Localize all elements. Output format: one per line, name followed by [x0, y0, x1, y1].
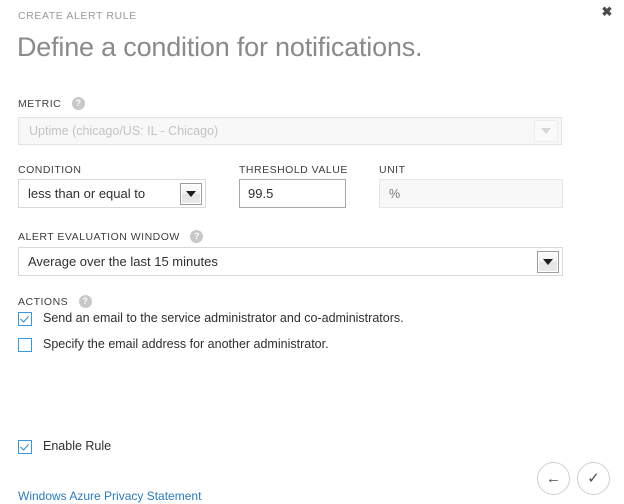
condition-label: CONDITION: [18, 164, 81, 176]
condition-select-value: less than or equal to: [19, 186, 180, 201]
evaluation-window-label-group: ALERT EVALUATION WINDOW ?: [18, 228, 203, 246]
threshold-value-label: THRESHOLD VALUE: [239, 164, 348, 176]
chevron-down-icon[interactable]: [180, 183, 202, 205]
help-icon[interactable]: ?: [79, 295, 92, 308]
actions-label: ACTIONS: [18, 296, 68, 308]
page-title: Define a condition for notifications.: [17, 32, 422, 63]
wizard-nav-buttons: ← ✓: [537, 462, 610, 495]
action-checkbox-label: Send an email to the service administrat…: [43, 311, 404, 326]
breadcrumb: CREATE ALERT RULE: [18, 10, 137, 22]
action-checkbox-row[interactable]: Send an email to the service administrat…: [18, 311, 404, 326]
evaluation-window-value: Average over the last 15 minutes: [19, 254, 537, 269]
condition-select[interactable]: less than or equal to: [18, 179, 206, 208]
checkbox-icon[interactable]: [18, 312, 32, 326]
unit-input: [379, 179, 563, 208]
help-icon[interactable]: ?: [72, 97, 85, 110]
create-alert-rule-dialog: ✖ CREATE ALERT RULE Define a condition f…: [0, 0, 624, 504]
metric-select[interactable]: Uptime (chicago/US: IL - Chicago): [18, 117, 562, 145]
chevron-down-icon[interactable]: [537, 251, 559, 273]
privacy-statement-link[interactable]: Windows Azure Privacy Statement: [18, 489, 201, 503]
actions-label-group: ACTIONS ?: [18, 293, 92, 311]
arrow-left-icon: ←: [546, 471, 561, 486]
enable-rule-label: Enable Rule: [43, 439, 111, 454]
checkbox-icon[interactable]: [18, 338, 32, 352]
enable-rule-row[interactable]: Enable Rule: [18, 439, 111, 454]
back-button[interactable]: ←: [537, 462, 570, 495]
help-icon[interactable]: ?: [190, 230, 203, 243]
action-checkbox-row[interactable]: Specify the email address for another ad…: [18, 337, 329, 352]
close-icon[interactable]: ✖: [596, 0, 618, 22]
unit-label: UNIT: [379, 164, 406, 176]
confirm-button[interactable]: ✓: [577, 462, 610, 495]
evaluation-window-select[interactable]: Average over the last 15 minutes: [18, 247, 563, 276]
checkmark-icon: ✓: [587, 471, 600, 486]
checkbox-icon[interactable]: [18, 440, 32, 454]
chevron-down-icon[interactable]: [534, 120, 558, 142]
metric-label-group: METRIC ?: [18, 95, 85, 113]
action-checkbox-label: Specify the email address for another ad…: [43, 337, 329, 352]
evaluation-window-label: ALERT EVALUATION WINDOW: [18, 231, 180, 243]
metric-select-value: Uptime (chicago/US: IL - Chicago): [19, 124, 534, 138]
threshold-value-input[interactable]: [239, 179, 346, 208]
metric-label: METRIC: [18, 98, 61, 110]
